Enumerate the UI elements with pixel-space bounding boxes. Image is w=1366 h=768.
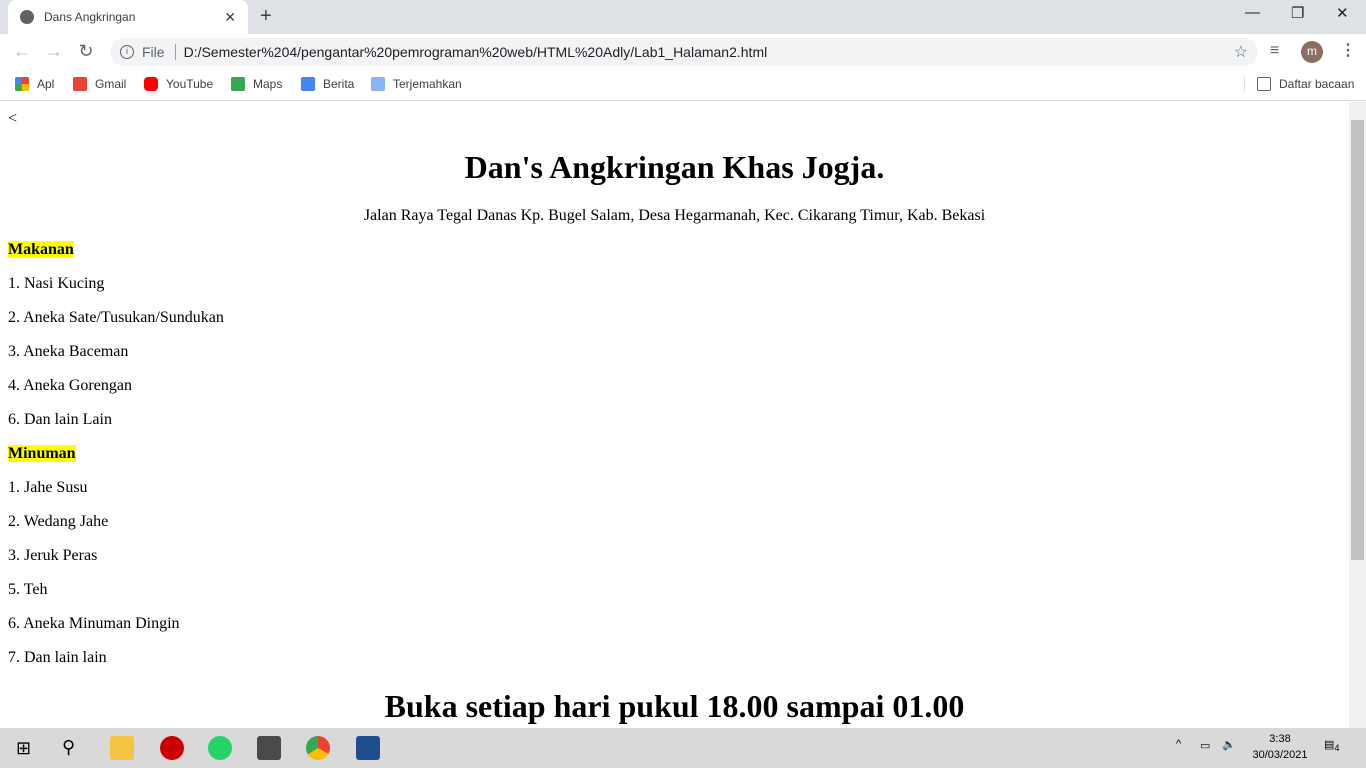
bookmarks-bar: Apl Gmail YouTube Maps Berita Terjemahka… <box>0 69 1366 101</box>
app-red-icon[interactable] <box>160 736 184 760</box>
reading-list-label: Daftar bacaan <box>1279 77 1355 91</box>
reload-button[interactable]: ↻ <box>70 41 102 62</box>
bookmark-gmail[interactable]: Gmail <box>73 77 126 91</box>
maps-icon <box>231 77 245 91</box>
drink-heading: Minuman <box>8 445 76 462</box>
drink-item: 2. Wedang Jahe <box>8 513 109 530</box>
toolbar: ← → ↻ i File D:/Semester%204/pengantar%2… <box>0 34 1366 69</box>
translate-icon <box>371 77 385 91</box>
bookmark-label: Terjemahkan <box>393 77 462 91</box>
clock[interactable]: 3:38 30/03/2021 <box>1250 733 1310 761</box>
whatsapp-icon[interactable] <box>208 736 232 760</box>
menu-icon[interactable]: ⋮ <box>1340 40 1356 60</box>
bookmark-maps[interactable]: Maps <box>231 77 282 91</box>
reading-list-button[interactable]: Daftar bacaan <box>1244 77 1354 91</box>
page-content: < Dan's Angkringan Khas Jogja. Jalan Ray… <box>0 102 1349 728</box>
tab-title: Dans Angkringan <box>44 10 136 24</box>
file-explorer-icon[interactable] <box>110 736 134 760</box>
reading-list-icon <box>1257 77 1271 91</box>
news-icon <box>301 77 315 91</box>
battery-icon[interactable]: ▭ <box>1200 739 1210 752</box>
scrollbar[interactable] <box>1349 102 1366 728</box>
drink-item: 3. Jeruk Peras <box>8 547 98 564</box>
time: 3:38 <box>1269 733 1291 745</box>
address: Jalan Raya Tegal Danas Kp. Bugel Salam, … <box>363 207 986 224</box>
search-icon[interactable]: ⚲ <box>62 737 75 758</box>
page-title: Dan's Angkringan Khas Jogja. <box>464 149 885 185</box>
bookmark-youtube[interactable]: YouTube <box>144 77 213 91</box>
photos-icon[interactable] <box>356 736 380 760</box>
bookmark-terjemahkan[interactable]: Terjemahkan <box>371 77 462 91</box>
bookmark-apps[interactable]: Apl <box>15 77 54 91</box>
tab-dans-angkringan[interactable]: Dans Angkringan ✕ <box>8 0 248 34</box>
info-icon[interactable]: i <box>120 45 134 59</box>
bookmark-label: Berita <box>323 77 355 91</box>
food-item: 3. Aneka Baceman <box>8 343 129 360</box>
bookmark-label: YouTube <box>166 77 214 91</box>
food-item: 6. Dan lain Lain <box>8 411 112 428</box>
drink-item: 7. Dan lain lain <box>8 649 107 666</box>
bookmark-label: Gmail <box>95 77 127 91</box>
address-bar[interactable]: i File D:/Semester%204/pengantar%20pemro… <box>110 38 1258 66</box>
bookmark-label: Apl <box>37 77 55 91</box>
taskbar: ⊞ ⚲ ^ ▭ 🔈 3:38 30/03/2021 ▤4 <box>0 728 1366 768</box>
notification-count: 4 <box>1334 743 1340 754</box>
food-heading: Makanan <box>8 241 74 258</box>
new-tab-button[interactable]: + <box>260 5 272 28</box>
media-control-icon[interactable]: ≡ <box>1270 42 1279 60</box>
sublime-text-icon[interactable] <box>257 736 281 760</box>
food-item: 4. Aneka Gorengan <box>8 377 132 394</box>
bookmark-berita[interactable]: Berita <box>301 77 354 91</box>
apps-icon <box>15 77 29 91</box>
file-label: File <box>142 44 176 60</box>
youtube-icon <box>144 77 158 91</box>
url-text[interactable]: D:/Semester%204/pengantar%20pemrograman%… <box>184 44 768 60</box>
back-link[interactable]: < <box>8 110 1341 128</box>
windows-start-icon[interactable]: ⊞ <box>16 738 31 759</box>
food-item: 1. Nasi Kucing <box>8 275 105 292</box>
food-item: 2. Aneka Sate/Tusukan/Sundukan <box>8 309 224 326</box>
tab-strip: Dans Angkringan ✕ + — ❐ ✕ <box>0 0 1366 34</box>
opening-hours: Buka setiap hari pukul 18.00 sampai 01.0… <box>384 688 965 724</box>
volume-icon[interactable]: 🔈 <box>1222 738 1236 751</box>
chrome-icon[interactable] <box>306 736 330 760</box>
forward-button[interactable]: → <box>38 41 70 62</box>
scrollbar-thumb[interactable] <box>1351 120 1364 560</box>
back-button[interactable]: ← <box>6 41 38 62</box>
drink-item: 1. Jahe Susu <box>8 479 88 496</box>
notification-icon[interactable]: ▤4 <box>1324 738 1340 753</box>
globe-icon <box>20 10 34 24</box>
minimize-button[interactable]: — <box>1245 4 1260 21</box>
bookmark-star-icon[interactable]: ☆ <box>1234 42 1248 62</box>
drink-item: 5. Teh <box>8 581 48 598</box>
restore-button[interactable]: ❐ <box>1291 4 1304 22</box>
avatar[interactable]: m <box>1301 41 1323 63</box>
tray-chevron-icon[interactable]: ^ <box>1176 738 1181 750</box>
bookmark-label: Maps <box>253 77 283 91</box>
gmail-icon <box>73 77 87 91</box>
close-window-button[interactable]: ✕ <box>1336 4 1349 22</box>
date: 30/03/2021 <box>1252 749 1308 761</box>
drink-item: 6. Aneka Minuman Dingin <box>8 615 180 632</box>
close-tab-icon[interactable]: ✕ <box>224 9 236 26</box>
